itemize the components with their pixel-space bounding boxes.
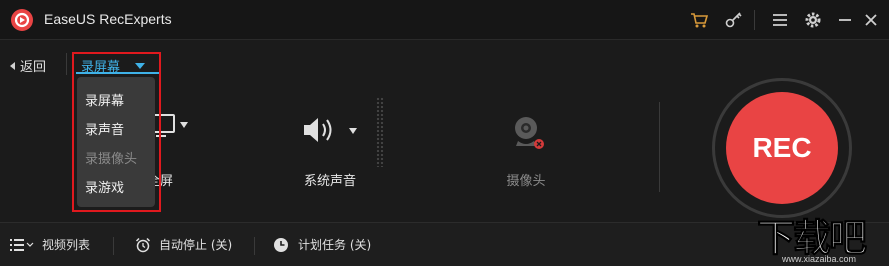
video-list-label: 视频列表 — [42, 238, 91, 252]
cart-icon[interactable] — [689, 10, 709, 30]
app-logo-icon — [11, 9, 33, 31]
schedule-label: 计划任务 (关) — [298, 238, 372, 252]
menu-item-record-screen[interactable]: 录屏幕 — [77, 87, 155, 116]
schedule-button[interactable]: 计划任务 (关) — [273, 236, 371, 253]
chevron-down-icon — [135, 62, 146, 69]
webcam-source-label: 摄像头 — [506, 174, 546, 189]
menu-item-record-audio[interactable]: 录声音 — [77, 116, 155, 145]
drag-handle[interactable] — [376, 97, 384, 167]
video-list-button[interactable]: 视频列表 — [10, 236, 90, 253]
bottombar-divider — [113, 237, 114, 255]
menu-icon[interactable] — [770, 10, 790, 30]
app-title: EaseUS RecExperts — [44, 11, 172, 27]
audio-source-label: 系统声音 — [303, 174, 356, 189]
alarm-clock-icon — [135, 237, 151, 252]
screen-dropdown-icon[interactable] — [180, 122, 188, 128]
rec-divider — [659, 102, 660, 192]
settings-icon[interactable] — [803, 10, 823, 30]
back-arrow-icon — [10, 61, 15, 70]
menu-item-record-webcam: 录摄像头 — [85, 152, 138, 167]
rec-button[interactable]: REC — [726, 92, 838, 204]
speaker-icon — [304, 118, 332, 142]
audio-dropdown-icon[interactable] — [349, 128, 357, 134]
clock-icon — [274, 237, 288, 252]
key-icon[interactable] — [724, 10, 744, 30]
watermark-url: www.xiazaiba.com — [782, 254, 857, 264]
back-button[interactable]: 返回 — [10, 56, 46, 75]
menu-item-record-game[interactable]: 录游戏 — [77, 174, 155, 203]
mode-menu: 录屏幕 录声音 录摄像头 录游戏 — [77, 77, 155, 207]
bottombar-divider — [254, 237, 255, 255]
subbar-divider — [66, 53, 67, 75]
minimize-icon[interactable] — [835, 10, 855, 30]
list-icon — [10, 238, 34, 251]
bottom-bar: 视频列表 自动停止 (关) 计划任务 (关) — [0, 222, 889, 266]
auto-stop-button[interactable]: 自动停止 (关) — [135, 236, 232, 253]
titlebar-divider — [754, 10, 755, 30]
close-icon[interactable] — [861, 10, 881, 30]
mode-underline — [76, 72, 160, 74]
back-label: 返回 — [20, 60, 47, 75]
auto-stop-label: 自动停止 (关) — [159, 238, 233, 252]
webcam-icon — [515, 117, 544, 149]
title-bar: EaseUS RecExperts — [0, 0, 889, 40]
